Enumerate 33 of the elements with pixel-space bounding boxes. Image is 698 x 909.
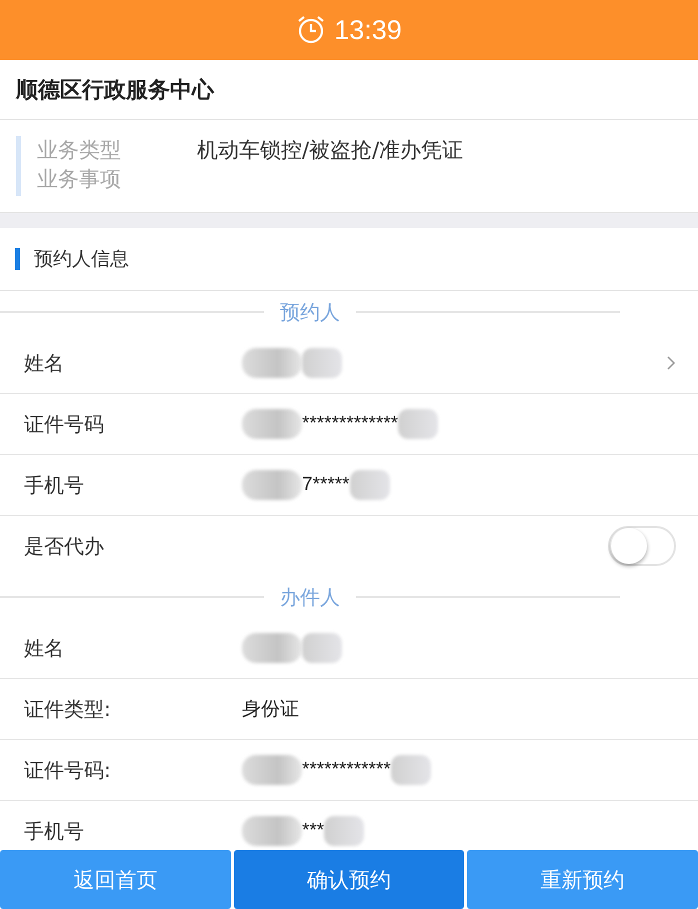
- alarm-clock-icon: [296, 15, 326, 45]
- field-label: 证件号码: [24, 410, 105, 438]
- business-value: 机动车锁控/被盗抢/准办凭证: [197, 137, 464, 164]
- field-label: 是否代办: [24, 532, 105, 560]
- field-value: ************: [302, 759, 391, 781]
- section-marker: [15, 248, 20, 270]
- field-value: ***: [302, 820, 324, 842]
- field-label: 业务事项: [37, 166, 122, 193]
- accent-bar: [16, 136, 21, 196]
- field-label: 业务类型: [37, 137, 122, 164]
- toggle-switch[interactable]: [608, 526, 676, 566]
- action-button[interactable]: 返回首页: [0, 850, 231, 909]
- action-button[interactable]: 重新预约: [467, 850, 698, 909]
- status-time: 13:39: [334, 14, 402, 46]
- field-label: 手机号: [24, 818, 85, 844]
- group-title: 办件人: [280, 584, 340, 610]
- blurred-patch: [398, 409, 438, 439]
- blurred-patch: [324, 816, 364, 846]
- field-value: 7*****: [302, 474, 350, 496]
- section-title: 预约人信息: [34, 247, 129, 272]
- field-label: 证件号码:: [24, 756, 112, 784]
- action-button[interactable]: 确认预约: [234, 850, 464, 909]
- field-label: 姓名: [24, 634, 65, 662]
- blurred-patch: [390, 755, 431, 785]
- field-label: 证件类型:: [24, 696, 112, 722]
- field-value: 身份证: [242, 698, 299, 722]
- field-value: *************: [302, 413, 398, 435]
- chevron-right-icon[interactable]: [666, 355, 676, 371]
- field-label: 手机号: [24, 472, 85, 498]
- blurred-patch: [350, 470, 390, 500]
- page-title: 顺德区行政服务中心: [0, 60, 698, 120]
- group-title: 预约人: [280, 298, 340, 326]
- field-label: 姓名: [24, 350, 65, 376]
